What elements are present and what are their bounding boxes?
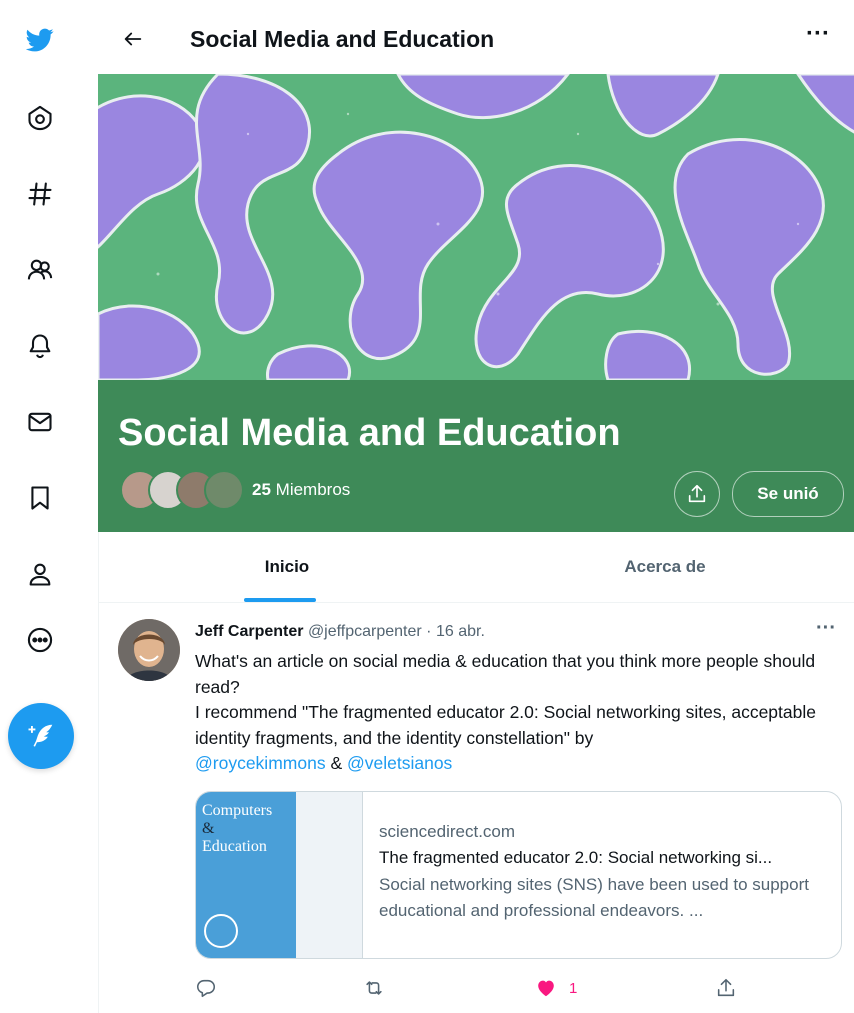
link-card[interactable]: Computers & Education sciencedirect.com … [195,791,842,959]
tweet-date[interactable]: 16 abr. [436,623,485,640]
page-title: Social Media and Education [190,26,495,52]
sidebar-nav [0,0,99,1013]
mention-link[interactable]: @roycekimmons [195,753,326,773]
tab-inicio[interactable]: Inicio [98,532,476,602]
member-avatars[interactable] [120,470,244,510]
tab-acerca-de[interactable]: Acerca de [476,532,854,602]
member-count-number: 25 [252,480,271,499]
top-bar: Social Media and Education ··· [98,0,854,74]
retweet-button[interactable] [363,973,385,1003]
community-info-band: Social Media and Education 25 Miembros S… [98,380,854,532]
reply-button[interactable] [195,973,217,1003]
share-community-button[interactable] [674,471,720,517]
journal-title-line: Education [202,838,267,855]
avatar[interactable] [118,619,180,681]
tweet-author-handle[interactable]: @jeffpcarpenter [308,623,422,640]
thumbnail-panel [296,792,362,958]
more-options-button[interactable]: ··· [798,22,838,56]
share-button[interactable] [715,973,737,1003]
notifications-bell-icon[interactable] [20,326,60,366]
back-arrow-icon [124,32,142,46]
more-circle-icon[interactable] [20,620,60,660]
member-count[interactable]: 25 Miembros [252,480,350,500]
heart-icon [538,980,554,997]
main-column: Social Media and Education ··· Social Me… [98,0,854,1013]
journal-badge [204,914,238,948]
retweet-icon [366,981,382,995]
profile-icon[interactable] [20,554,60,594]
joined-button[interactable]: Se unió [732,471,844,517]
link-card-description: Social networking sites (SNS) have been … [379,875,809,920]
tweet-text-line: I recommend "The fragmented educator 2.0… [195,700,835,777]
tweet-actions: 1 [195,973,840,1003]
reply-icon [196,979,216,998]
community-tabs: Inicio Acerca de [98,532,854,603]
tweet-text-line: What's an article on social media & educ… [195,651,816,697]
journal-title: Computers & Education [202,802,272,856]
community-name: Social Media and Education [118,412,621,454]
tweet[interactable]: Jeff Carpenter @jeffpcarpenter · 16 abr.… [98,603,854,1013]
tweet-header: Jeff Carpenter @jeffpcarpenter · 16 abr. [195,623,485,641]
like-button[interactable]: 1 [535,973,577,1003]
link-card-title: The fragmented educator 2.0: Social netw… [379,848,773,867]
share-icon [717,978,735,997]
community-banner [98,74,854,380]
back-button[interactable] [118,24,148,54]
compose-tweet-button[interactable] [8,703,74,769]
journal-title-amp: & [202,820,215,837]
bookmarks-icon[interactable] [20,478,60,518]
twitter-bird-icon[interactable] [20,20,60,60]
tab-label: Inicio [264,557,310,576]
tweet-text: What's an article on social media & educ… [195,649,835,777]
active-tab-indicator [244,598,316,602]
link-card-domain: sciencedirect.com [379,822,516,841]
home-icon[interactable] [20,98,60,138]
tab-label: Acerca de [624,557,706,576]
messages-envelope-icon[interactable] [20,402,60,442]
mention-link[interactable]: @veletsianos [347,753,452,773]
members-label: Miembros [275,480,351,499]
link-card-thumbnail: Computers & Education [196,792,363,958]
journal-title-line: Computers [202,802,273,819]
tweet-text-span: I recommend "The fragmented educator 2.0… [195,702,816,748]
tweet-author-name[interactable]: Jeff Carpenter [195,623,303,640]
avatar [204,470,244,510]
tweet-more-button[interactable]: ··· [816,617,836,640]
like-count: 1 [569,979,578,997]
share-icon [688,484,706,503]
ampersand: & [325,753,347,773]
compose-tweet-icon [28,724,53,747]
link-card-text: sciencedirect.com The fragmented educato… [379,822,829,924]
communities-icon[interactable] [20,250,60,290]
explore-hashtag-icon[interactable] [20,174,60,214]
separator: · [421,623,436,640]
